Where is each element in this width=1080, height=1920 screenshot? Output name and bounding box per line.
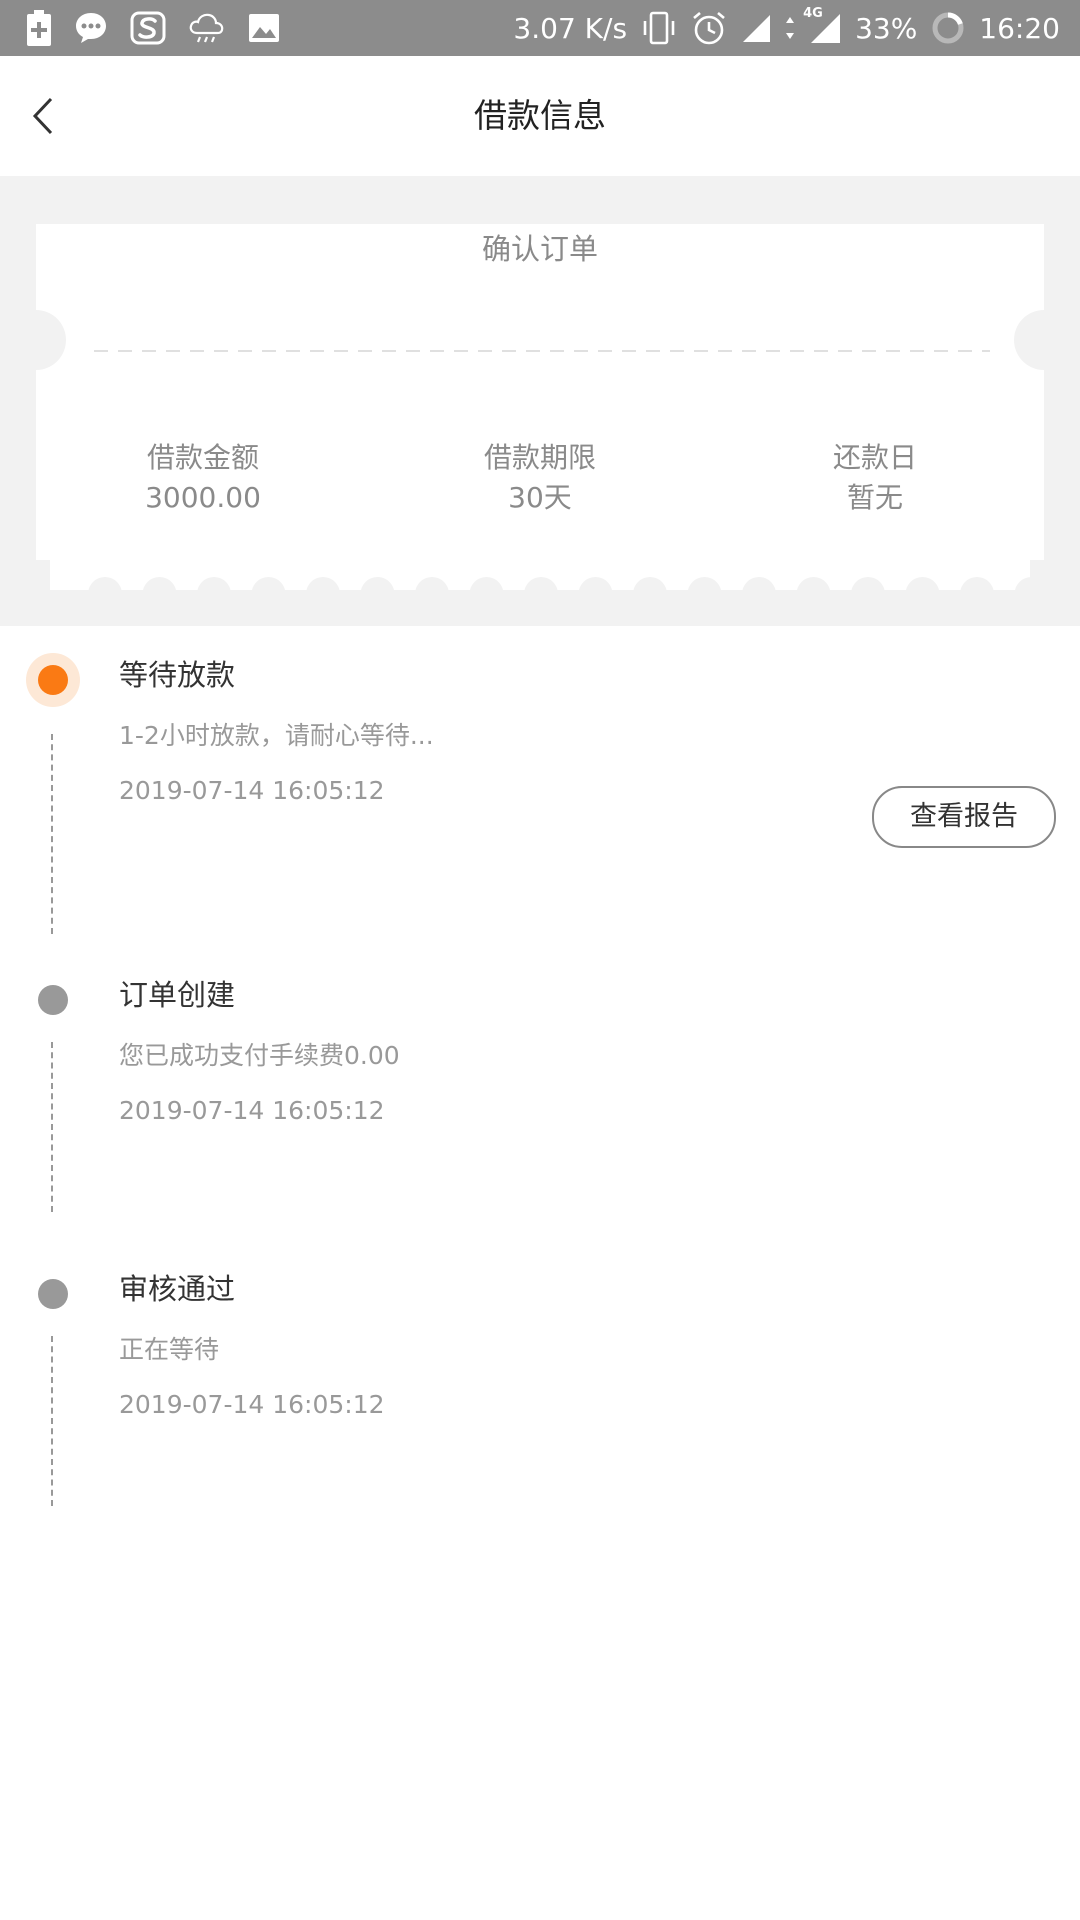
timeline-title: 等待放款: [119, 658, 236, 692]
page-title: 借款信息: [474, 96, 606, 135]
chevron-left-icon: [32, 97, 53, 135]
ticket-scallop: [524, 577, 558, 611]
repayment-date-label: 还款日: [832, 441, 917, 474]
back-button[interactable]: [14, 86, 74, 146]
ticket-scallop: [415, 577, 449, 611]
ticket-scallop: [469, 577, 504, 611]
loan-amount-value: 3000.00: [145, 481, 261, 514]
message-icon: [74, 11, 108, 45]
order-summary-section: 确认订单 借款金额 3000.00 借款期限 30天 还款日 暂无: [0, 176, 1080, 626]
timeline-time: 2019-07-14 16:05:12: [119, 1096, 385, 1125]
nav-bar: 借款信息: [0, 56, 1080, 176]
ticket-scallop: [796, 577, 831, 611]
clock: 16:20: [979, 11, 1060, 45]
status-dot-active: [38, 665, 68, 695]
loan-term-value: 30天: [508, 481, 572, 514]
ticket-scallop: [742, 577, 776, 611]
app-s-icon: [130, 11, 166, 45]
ticket-scallop: [851, 577, 885, 611]
status-bar: 3.07 K/s 4G 33% 16:20: [0, 0, 1080, 56]
loan-term: 借款期限 30天: [390, 438, 690, 518]
loan-term-label: 借款期限: [483, 441, 596, 474]
ticket-scallop: [142, 577, 177, 611]
timeline-time: 2019-07-14 16:05:12: [119, 776, 385, 805]
status-dot: [38, 1279, 68, 1309]
timeline-title: 订单创建: [119, 978, 236, 1012]
status-bar-notifications: [26, 8, 280, 48]
timeline-desc: 您已成功支付手续费0.00: [119, 1041, 400, 1070]
battery-saver-icon: [26, 10, 52, 46]
ticket-scallop: [578, 577, 613, 611]
status-bar-system: 3.07 K/s 4G 33% 16:20: [513, 6, 1060, 48]
repayment-date: 还款日 暂无: [725, 438, 1025, 518]
ticket-scallop: [360, 577, 395, 611]
ticket-scallop: [197, 577, 231, 611]
ticket-scallop: [306, 577, 340, 611]
battery-ring-icon: [931, 11, 965, 45]
vibrate-icon: [641, 10, 677, 46]
timeline-connector: [51, 1042, 53, 1212]
status-dot: [38, 985, 68, 1015]
ticket-scallop: [960, 577, 994, 611]
timeline-desc: 正在等待: [119, 1335, 220, 1364]
alarm-icon: [691, 10, 727, 46]
timeline-title: 审核通过: [119, 1272, 236, 1306]
view-report-button[interactable]: 查看报告: [872, 786, 1056, 848]
timeline-time: 2019-07-14 16:05:12: [119, 1390, 385, 1419]
repayment-date-value: 暂无: [846, 481, 903, 514]
gallery-icon: [248, 13, 280, 43]
ticket-scallop: [251, 577, 286, 611]
net-speed: 3.07 K/s: [513, 11, 628, 45]
ticket-scallop: [687, 577, 722, 611]
timeline-desc: 1-2小时放款，请耐心等待...: [119, 721, 434, 750]
ticket-scallop: [88, 577, 122, 611]
weather-rain-icon: [188, 11, 226, 45]
loan-amount-label: 借款金额: [146, 441, 259, 474]
loan-amount: 借款金额 3000.00: [53, 438, 353, 518]
signal-icon: [741, 13, 771, 43]
signal-4g-icon: 4G: [803, 6, 841, 44]
network-type: 4G: [803, 6, 823, 21]
ticket-scallop: [633, 577, 667, 611]
ticket-scallop: [905, 577, 940, 611]
ticket-scallop: [1014, 577, 1049, 611]
data-arrows-icon: [785, 15, 795, 41]
timeline-connector: [51, 1336, 53, 1506]
battery-level: 33%: [855, 11, 918, 45]
ticket-heading: 确认订单: [481, 232, 598, 266]
timeline-connector: [51, 734, 53, 934]
